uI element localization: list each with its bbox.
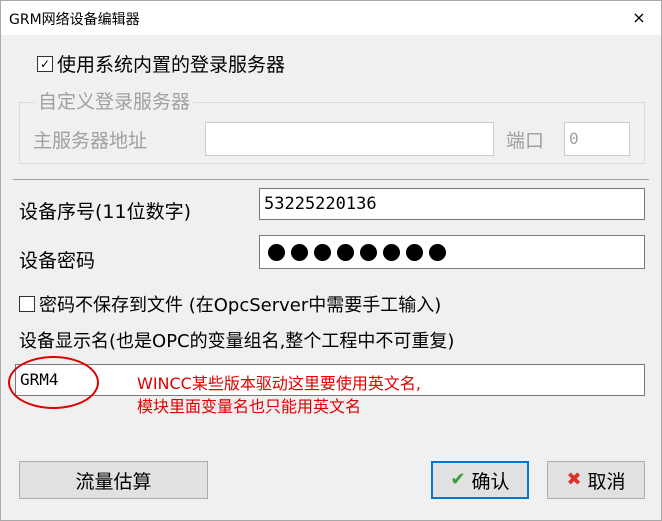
- password-dot: [291, 243, 308, 261]
- password-dot: [268, 243, 285, 261]
- port-label: 端口: [506, 130, 545, 152]
- cancel-button[interactable]: ✖ 取消: [547, 461, 645, 499]
- serial-input[interactable]: 53225220136: [259, 188, 645, 220]
- no-save-password-checkbox[interactable]: 密码不保存到文件 (在OpcServer中需要手工输入): [19, 291, 441, 317]
- main-server-input[interactable]: [205, 122, 494, 156]
- main-server-label: 主服务器地址: [33, 130, 148, 152]
- ok-label: 确认: [471, 470, 510, 493]
- ok-button[interactable]: ✔ 确认: [431, 461, 529, 499]
- password-dot: [429, 243, 446, 261]
- port-input[interactable]: 0: [564, 122, 630, 156]
- serial-label: 设备序号(11位数字): [19, 201, 192, 223]
- x-icon: ✖: [566, 469, 582, 490]
- password-dot: [406, 243, 423, 261]
- password-dot: [360, 243, 377, 261]
- display-name-label: 设备显示名(也是OPC的变量组名,整个工程中不可重复): [19, 331, 455, 352]
- title-bar: GRM网络设备编辑器 ×: [1, 1, 661, 35]
- estimate-traffic-label: 流量估算: [75, 470, 152, 493]
- password-dot: [383, 243, 400, 261]
- dialog-window: GRM网络设备编辑器 × ✓ 使用系统内置的登录服务器 自定义登录服务器 主服务…: [0, 0, 662, 521]
- annotation-line-2: 模块里面变量名也只能用英文名: [137, 397, 362, 416]
- annotation-line-1: WINCC某些版本驱动这里要使用英文名,: [137, 374, 421, 393]
- custom-server-group-label: 自定义登录服务器: [35, 87, 194, 114]
- checkmark-icon: ✔: [450, 469, 466, 490]
- checkbox-checked-icon: ✓: [37, 55, 53, 72]
- password-label: 设备密码: [19, 250, 96, 272]
- password-dot: [337, 243, 354, 261]
- window-title: GRM网络设备编辑器: [9, 12, 140, 28]
- estimate-traffic-button[interactable]: 流量估算: [19, 461, 208, 499]
- use-builtin-server-label: 使用系统内置的登录服务器: [57, 54, 286, 76]
- password-dot: [314, 243, 331, 261]
- use-builtin-server-checkbox[interactable]: ✓ 使用系统内置的登录服务器: [37, 50, 285, 77]
- password-mask: [264, 236, 644, 268]
- highlight-ellipse: [8, 356, 99, 409]
- cancel-label: 取消: [587, 470, 626, 493]
- close-button[interactable]: ×: [617, 1, 661, 35]
- separator: [13, 179, 649, 180]
- checkbox-unchecked-icon: [19, 296, 35, 312]
- no-save-password-label: 密码不保存到文件 (在OpcServer中需要手工输入): [39, 295, 442, 316]
- password-input[interactable]: [259, 235, 645, 269]
